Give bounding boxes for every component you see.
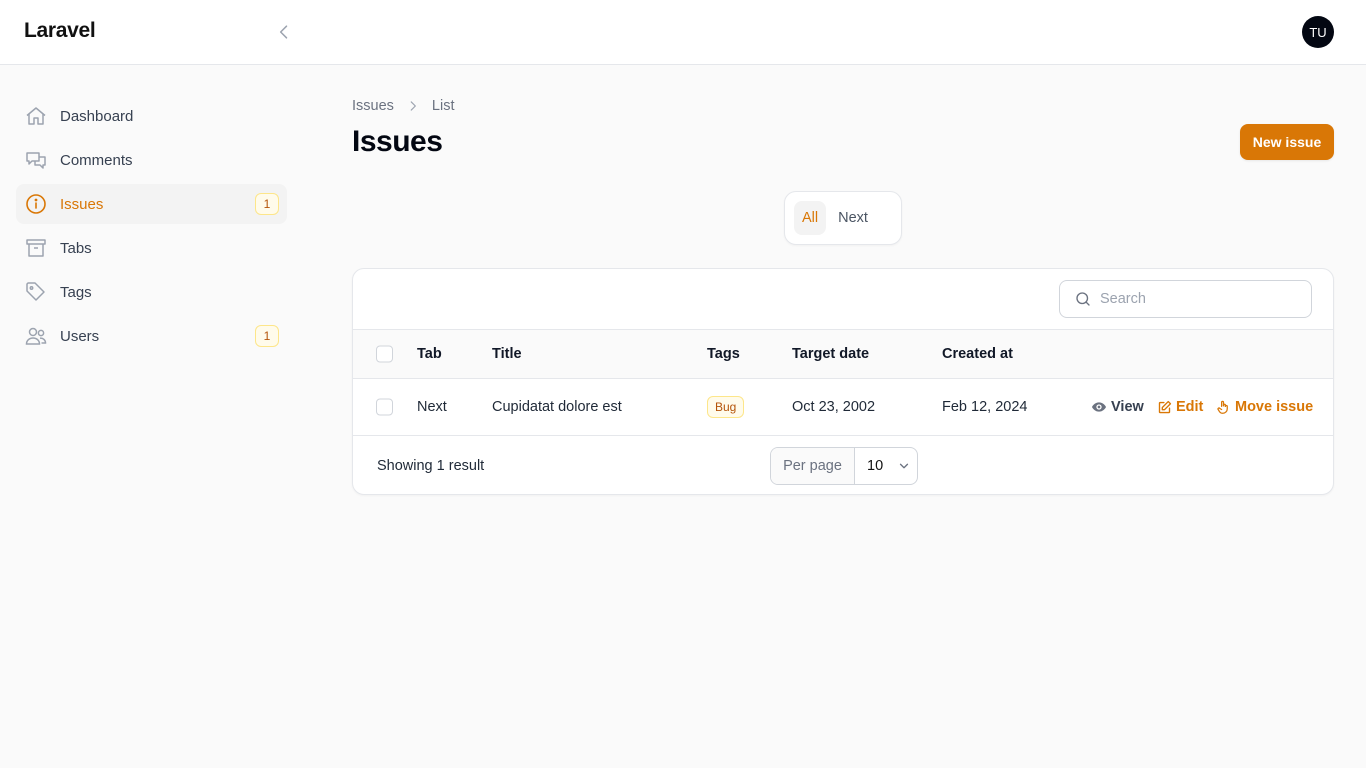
sidebar-item-label: Comments <box>60 151 133 169</box>
sidebar-item-tags[interactable]: Tags <box>16 272 287 312</box>
info-circle-icon <box>24 192 48 216</box>
sidebar-item-label: Tags <box>60 283 92 301</box>
per-page-select[interactable]: Per page 10 <box>770 447 918 485</box>
breadcrumb: Issues List <box>352 98 455 114</box>
brand-logo[interactable]: Laravel <box>24 19 96 43</box>
move-issue-action-label: Move issue <box>1235 399 1314 415</box>
tag-badge: Bug <box>707 396 745 418</box>
search-input[interactable] <box>1100 291 1300 307</box>
sidebar-item-label: Users <box>60 327 100 345</box>
users-icon <box>24 324 48 348</box>
view-action-label: View <box>1111 399 1144 415</box>
chat-bubbles-icon <box>24 148 48 172</box>
per-page-label: Per page <box>771 448 855 484</box>
sidebar: Dashboard Comments Issues 1 Tabs Tags Us… <box>16 96 287 360</box>
cell-tab: Next <box>417 399 447 415</box>
tab-all[interactable]: All <box>794 201 827 235</box>
table-header: Tab Title Tags Target date Created at <box>353 329 1333 379</box>
sidebar-item-tabs[interactable]: Tabs <box>16 228 287 268</box>
hand-pointer-icon <box>1217 400 1228 414</box>
chevron-down-icon <box>899 463 909 469</box>
sidebar-item-issues[interactable]: Issues 1 <box>16 184 287 224</box>
archive-box-icon <box>24 236 48 260</box>
issues-table-card: Tab Title Tags Target date Created at Ne… <box>352 268 1334 495</box>
move-issue-action[interactable]: Move issue <box>1216 399 1313 415</box>
sidebar-item-dashboard[interactable]: Dashboard <box>16 96 287 136</box>
count-badge: 1 <box>255 193 279 215</box>
edit-action[interactable]: Edit <box>1157 399 1203 415</box>
tag-icon <box>24 280 48 304</box>
sidebar-item-users[interactable]: Users 1 <box>16 316 287 356</box>
sidebar-item-label: Issues <box>60 195 104 213</box>
column-header-tab[interactable]: Tab <box>417 346 442 362</box>
count-badge: 1 <box>255 325 279 347</box>
sidebar-item-comments[interactable]: Comments <box>16 140 287 180</box>
column-header-target-date[interactable]: Target date <box>792 346 869 362</box>
per-page-value: 10 <box>867 458 884 474</box>
filter-tabs: All Next <box>784 191 902 245</box>
search-box <box>1059 280 1312 318</box>
cell-target-date: Oct 23, 2002 <box>792 399 876 415</box>
cell-created-at: Feb 12, 2024 <box>942 399 1028 415</box>
select-all-checkbox[interactable] <box>376 345 393 363</box>
column-header-tags[interactable]: Tags <box>707 346 740 362</box>
chevron-right-icon <box>406 99 420 113</box>
new-issue-button[interactable]: New issue <box>1240 124 1334 160</box>
page-title: Issues <box>352 125 443 158</box>
eye-icon <box>1092 402 1106 412</box>
per-page-dropdown[interactable]: 10 <box>855 448 917 484</box>
table-footer: Showing 1 result Per page 10 <box>353 436 1333 494</box>
collapse-sidebar-button[interactable] <box>272 20 296 44</box>
home-icon <box>24 104 48 128</box>
pencil-square-icon <box>1158 400 1172 413</box>
search-icon <box>1076 292 1090 306</box>
sidebar-item-label: Dashboard <box>60 107 134 125</box>
edit-action-label: Edit <box>1176 399 1204 415</box>
cell-title: Cupidatat dolore est <box>492 399 622 415</box>
tab-next[interactable]: Next <box>830 201 876 235</box>
column-header-created-at[interactable]: Created at <box>942 346 1013 362</box>
user-avatar[interactable]: TU <box>1302 16 1334 48</box>
results-summary: Showing 1 result <box>377 458 485 474</box>
column-header-title[interactable]: Title <box>492 346 522 362</box>
row-select-checkbox[interactable] <box>376 398 393 416</box>
chevron-left-icon <box>279 25 288 39</box>
breadcrumb-current: List <box>431 98 455 114</box>
view-action[interactable]: View <box>1091 399 1144 415</box>
breadcrumb-link-issues[interactable]: Issues <box>352 98 394 114</box>
table-row[interactable]: Next Cupidatat dolore est Bug Oct 23, 20… <box>353 379 1333 436</box>
top-bar: Laravel TU <box>0 0 1366 65</box>
sidebar-item-label: Tabs <box>60 239 92 257</box>
